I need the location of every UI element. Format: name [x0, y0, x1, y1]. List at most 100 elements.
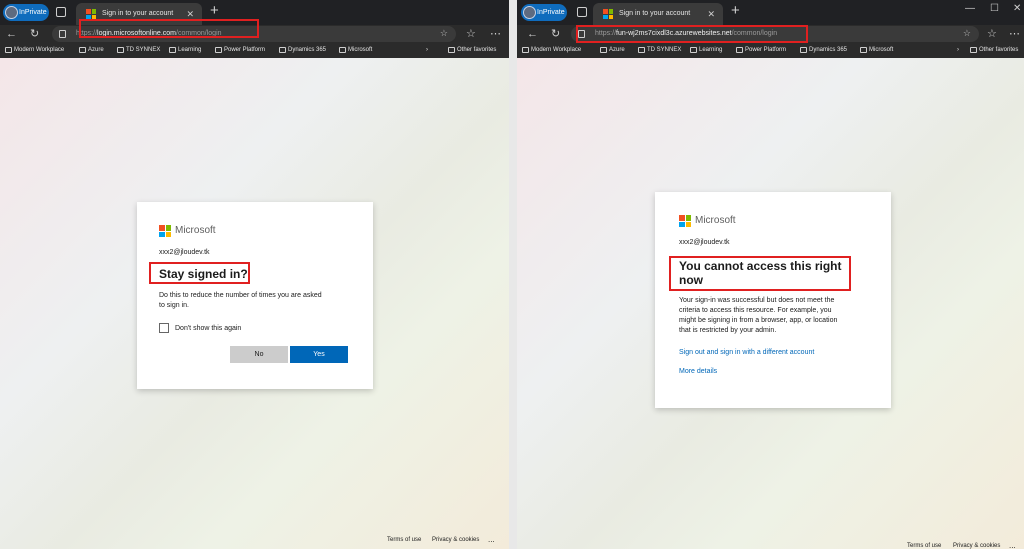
stay-signed-in-dialog: Microsoft xxx2@jloudev.tk Stay signed in… [137, 202, 373, 389]
more-icon[interactable]: ⋯ [490, 25, 501, 43]
chevron-right-icon[interactable]: › [426, 43, 428, 58]
dialog-body-line-2: to sign in. [159, 302, 189, 309]
folder-icon [800, 47, 807, 53]
folder-icon [736, 47, 743, 53]
microsoft-logo-icon [86, 9, 96, 19]
folder-icon [117, 47, 124, 53]
chevron-right-icon[interactable]: › [957, 43, 959, 58]
back-icon[interactable]: ← [527, 25, 538, 43]
maximize-icon[interactable]: ☐ [990, 3, 999, 14]
favorites-icon[interactable]: ☆ [466, 25, 476, 43]
url-highlight-box [79, 19, 259, 38]
folder-icon [215, 47, 222, 53]
inprivate-label: InPrivate [19, 9, 47, 16]
dialog-title: Stay signed in? [159, 267, 248, 281]
terms-link[interactable]: Terms of use [907, 543, 941, 549]
favorites-bar: Modern Workplace Azure TD SYNNEX Learnin… [0, 43, 509, 58]
page-content: Microsoft xxx2@jloudev.tk Stay signed in… [0, 58, 509, 549]
refresh-icon[interactable]: ↻ [30, 25, 39, 43]
bookmark-dynamics-365[interactable]: Dynamics 365 [799, 43, 847, 58]
bookmark-microsoft[interactable]: Microsoft [859, 43, 893, 58]
bookmark-modern-workplace[interactable]: Modern Workplace [521, 43, 581, 58]
browser-window-left: InPrivate Sign in to your account ✕ + ← … [0, 0, 509, 549]
dialog-body-line-2: criteria to access this resource. For ex… [679, 307, 832, 314]
page-content: Microsoft xxx2@jloudev.tk You cannot acc… [517, 58, 1024, 549]
dialog-title-line-1: You cannot access this right [679, 259, 842, 273]
account-email: xxx2@jloudev.tk [679, 239, 730, 246]
folder-icon [860, 47, 867, 53]
folder-icon [5, 47, 12, 53]
brand-name: Microsoft [695, 215, 736, 226]
dialog-body-line-3: might be signing in from a browser, app,… [679, 317, 838, 324]
tab-actions-icon[interactable] [56, 7, 66, 17]
window-divider [509, 0, 517, 549]
new-tab-icon[interactable]: + [731, 2, 740, 19]
toolbar: ← ↻ https://fun-wj2ms7cixdl3c.azurewebsi… [517, 25, 1024, 43]
folder-icon [339, 47, 346, 53]
bookmark-td-synnex[interactable]: TD SYNNEX [116, 43, 160, 58]
minimize-icon[interactable]: — [965, 3, 975, 14]
bookmark-other-favorites[interactable]: Other favorites [969, 43, 1018, 58]
favorites-icon[interactable]: ☆ [987, 25, 997, 43]
more-icon[interactable]: ⋯ [1009, 25, 1020, 43]
folder-icon [169, 47, 176, 53]
bookmark-learning[interactable]: Learning [689, 43, 722, 58]
tab-sign-in[interactable]: Sign in to your account ✕ [593, 3, 723, 25]
footer-more-icon[interactable]: ... [488, 535, 495, 544]
close-window-icon[interactable]: ✕ [1013, 3, 1021, 14]
favorite-star-icon[interactable]: ☆ [963, 28, 971, 39]
favorites-bar: Modern Workplace Azure TD SYNNEX Learnin… [517, 43, 1024, 58]
microsoft-logo-icon [603, 9, 613, 19]
profile-avatar-icon [523, 6, 536, 19]
dialog-body-line-1: Your sign-in was successful but does not… [679, 297, 835, 304]
access-denied-dialog: Microsoft xxx2@jloudev.tk You cannot acc… [655, 192, 891, 408]
bookmark-azure[interactable]: Azure [78, 43, 104, 58]
new-tab-icon[interactable]: + [210, 2, 219, 19]
lock-icon [59, 30, 66, 38]
inprivate-badge[interactable]: InPrivate [3, 4, 49, 21]
toolbar: ← ↻ https://login.microsoftonline.com/co… [0, 19, 509, 43]
tab-actions-icon[interactable] [577, 7, 587, 17]
bookmark-dynamics-365[interactable]: Dynamics 365 [278, 43, 326, 58]
inprivate-badge[interactable]: InPrivate [521, 4, 567, 21]
privacy-link[interactable]: Privacy & cookies [432, 537, 479, 543]
back-icon[interactable]: ← [6, 25, 17, 43]
folder-icon [638, 47, 645, 53]
folder-icon [522, 47, 529, 53]
browser-window-right: InPrivate Sign in to your account ✕ + — … [517, 0, 1024, 549]
bookmark-power-platform[interactable]: Power Platform [735, 43, 786, 58]
dont-show-label: Don't show this again [175, 325, 242, 332]
privacy-link[interactable]: Privacy & cookies [953, 543, 1000, 549]
bookmark-power-platform[interactable]: Power Platform [214, 43, 265, 58]
no-button[interactable]: No [230, 346, 288, 363]
account-email: xxx2@jloudev.tk [159, 249, 210, 256]
bookmark-microsoft[interactable]: Microsoft [338, 43, 372, 58]
terms-link[interactable]: Terms of use [387, 537, 421, 543]
tab-title: Sign in to your account [619, 10, 691, 17]
yes-button[interactable]: Yes [290, 346, 348, 363]
folder-icon [79, 47, 86, 53]
bookmark-td-synnex[interactable]: TD SYNNEX [637, 43, 681, 58]
microsoft-logo-icon [159, 225, 171, 237]
favorite-star-icon[interactable]: ☆ [440, 28, 448, 39]
folder-icon [690, 47, 697, 53]
dialog-title-line-2: now [679, 273, 703, 287]
sign-out-link[interactable]: Sign out and sign in with a different ac… [679, 349, 814, 356]
folder-icon [279, 47, 286, 53]
bookmark-azure[interactable]: Azure [599, 43, 625, 58]
tab-bar: InPrivate Sign in to your account ✕ + — … [517, 0, 1024, 25]
profile-avatar-icon [5, 6, 18, 19]
bookmark-other-favorites[interactable]: Other favorites [447, 43, 496, 58]
bookmark-modern-workplace[interactable]: Modern Workplace [4, 43, 64, 58]
folder-icon [600, 47, 607, 53]
brand-name: Microsoft [175, 225, 216, 236]
footer-more-icon[interactable]: ... [1009, 541, 1016, 549]
dialog-body-line-4: that is restricted by your admin. [679, 327, 777, 334]
microsoft-logo-icon [679, 215, 691, 227]
bookmark-learning[interactable]: Learning [168, 43, 201, 58]
dont-show-checkbox[interactable] [159, 323, 169, 333]
refresh-icon[interactable]: ↻ [551, 25, 560, 43]
folder-icon [970, 47, 977, 53]
close-icon[interactable]: ✕ [707, 3, 715, 25]
more-details-link[interactable]: More details [679, 368, 717, 375]
